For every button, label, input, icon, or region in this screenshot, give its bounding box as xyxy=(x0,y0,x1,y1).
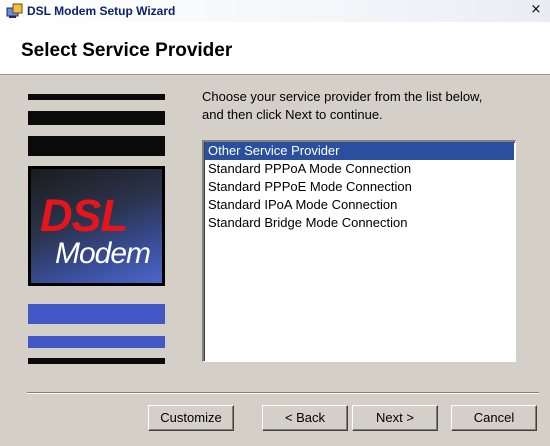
wizard-header: Select Service Provider xyxy=(0,22,550,75)
list-item-bridge[interactable]: Standard Bridge Mode Connection xyxy=(205,214,514,232)
list-item-ipoa[interactable]: Standard IPoA Mode Connection xyxy=(205,196,514,214)
next-button[interactable]: Next > xyxy=(352,405,438,431)
customize-button[interactable]: Customize xyxy=(148,405,234,431)
wizard-banner: DSL Modem xyxy=(28,94,165,368)
close-button[interactable]: × xyxy=(528,3,544,18)
service-provider-list[interactable]: Other Service Provider Standard PPPoA Mo… xyxy=(202,140,516,362)
title-bar: DSL Modem Setup Wizard × xyxy=(0,0,550,23)
banner-stripe xyxy=(28,136,165,156)
list-item-other-service-provider[interactable]: Other Service Provider xyxy=(205,142,514,160)
logo-panel: DSL Modem xyxy=(31,169,162,283)
list-item-pppoe[interactable]: Standard PPPoE Mode Connection xyxy=(205,178,514,196)
instructions-text: Choose your service provider from the li… xyxy=(202,89,483,122)
window-title: DSL Modem Setup Wizard xyxy=(27,4,176,18)
cancel-button[interactable]: Cancel xyxy=(451,405,537,431)
banner-stripe xyxy=(28,304,165,324)
banner-stripe xyxy=(28,111,165,125)
button-separator xyxy=(27,392,539,394)
modem-wizard-icon xyxy=(6,3,23,18)
logo-dsl-text: DSL xyxy=(40,190,128,241)
banner-stripe xyxy=(28,94,165,100)
list-item-pppoa[interactable]: Standard PPPoA Mode Connection xyxy=(205,160,514,178)
banner-stripe xyxy=(28,358,165,364)
page-title: Select Service Provider xyxy=(21,40,233,61)
dsl-modem-logo: DSL Modem xyxy=(28,166,165,286)
back-button[interactable]: < Back xyxy=(262,405,348,431)
banner-stripe xyxy=(28,336,165,348)
logo-modem-text: Modem xyxy=(55,237,151,270)
